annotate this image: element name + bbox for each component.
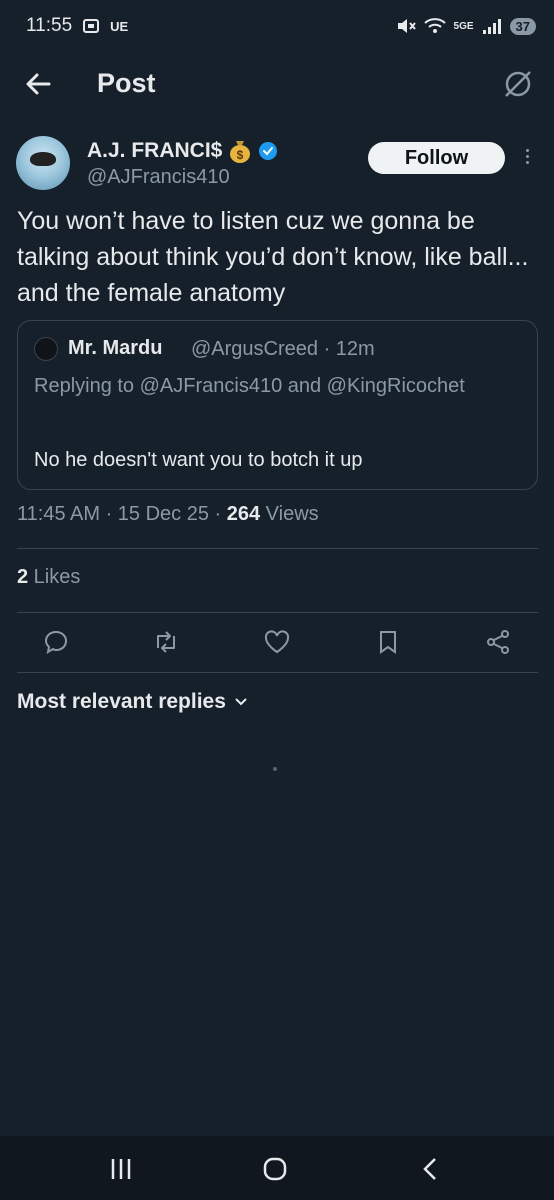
home-icon[interactable] [262,1156,288,1182]
repost-icon[interactable] [152,628,180,656]
network-type: 5GE [453,20,474,32]
divider [17,612,538,613]
more-options-icon[interactable] [520,146,534,170]
battery-level: 37 [509,17,536,35]
replies-sort-label: Most relevant replies [17,690,226,713]
author-avatar[interactable] [16,136,70,190]
post-text: You won’t have to listen cuz we gonna be… [17,207,529,307]
follow-button[interactable]: Follow [368,142,505,174]
views-label: Views [260,503,319,525]
quoted-text: No he doesn't want you to botch it up [34,449,363,471]
svg-text:$: $ [237,148,244,162]
page-title: Post [97,68,156,98]
arrow-left-icon[interactable] [24,70,52,98]
quoted-post[interactable]: Mr. Mardu @ArgusCreed · 12m Replying to … [17,320,538,490]
post-header: A.J. FRANCI$ $ @AJFrancis410 Follow [0,134,554,194]
status-bar: 11:55 UE 5GE 37 [0,0,554,52]
screen-capture-icon [83,19,100,33]
divider [17,672,538,673]
top-bar: Post [0,56,554,112]
replies-sort-dropdown[interactable]: Most relevant replies [17,690,248,714]
signal-icon [482,19,501,34]
like-icon[interactable] [263,628,291,656]
author-name-row[interactable]: A.J. FRANCI$ $ [87,138,278,164]
author-name: A.J. FRANCI$ [87,139,223,162]
recent-apps-icon[interactable] [108,1156,134,1182]
mute-icon [397,19,416,33]
verified-icon [259,142,278,160]
divider [17,548,538,549]
grok-icon[interactable] [502,68,534,100]
likes-summary[interactable]: 2 Likes [17,566,80,589]
likes-label: Likes [28,566,81,588]
system-nav-bar [0,1136,554,1200]
loading-indicator [273,767,277,771]
post-timestamp[interactable]: 11:45 AM · 15 Dec 25 · 264 Views [17,503,319,526]
back-icon[interactable] [418,1156,444,1182]
quoted-author-name: Mr. Mardu [68,337,163,359]
money-bag-icon: $ [230,141,251,163]
status-time: 11:55 [26,15,73,36]
wifi-icon [423,18,446,33]
reply-icon[interactable] [42,628,70,656]
share-icon[interactable] [484,628,512,656]
quoted-avatar [34,337,58,361]
likes-count: 2 [17,566,29,588]
quoted-replying-to: Replying to @AJFrancis410 and @KingRicoc… [34,375,465,397]
post-time-date: 11:45 AM · 15 Dec 25 · [17,503,227,525]
bookmark-icon[interactable] [374,628,402,656]
views-count: 264 [226,503,261,525]
chevron-down-icon [235,698,247,706]
quoted-meta: @ArgusCreed · 12m [191,338,375,360]
author-handle[interactable]: @AJFrancis410 [87,166,230,189]
carrier-badge: UE [110,18,129,34]
action-bar [0,624,554,660]
